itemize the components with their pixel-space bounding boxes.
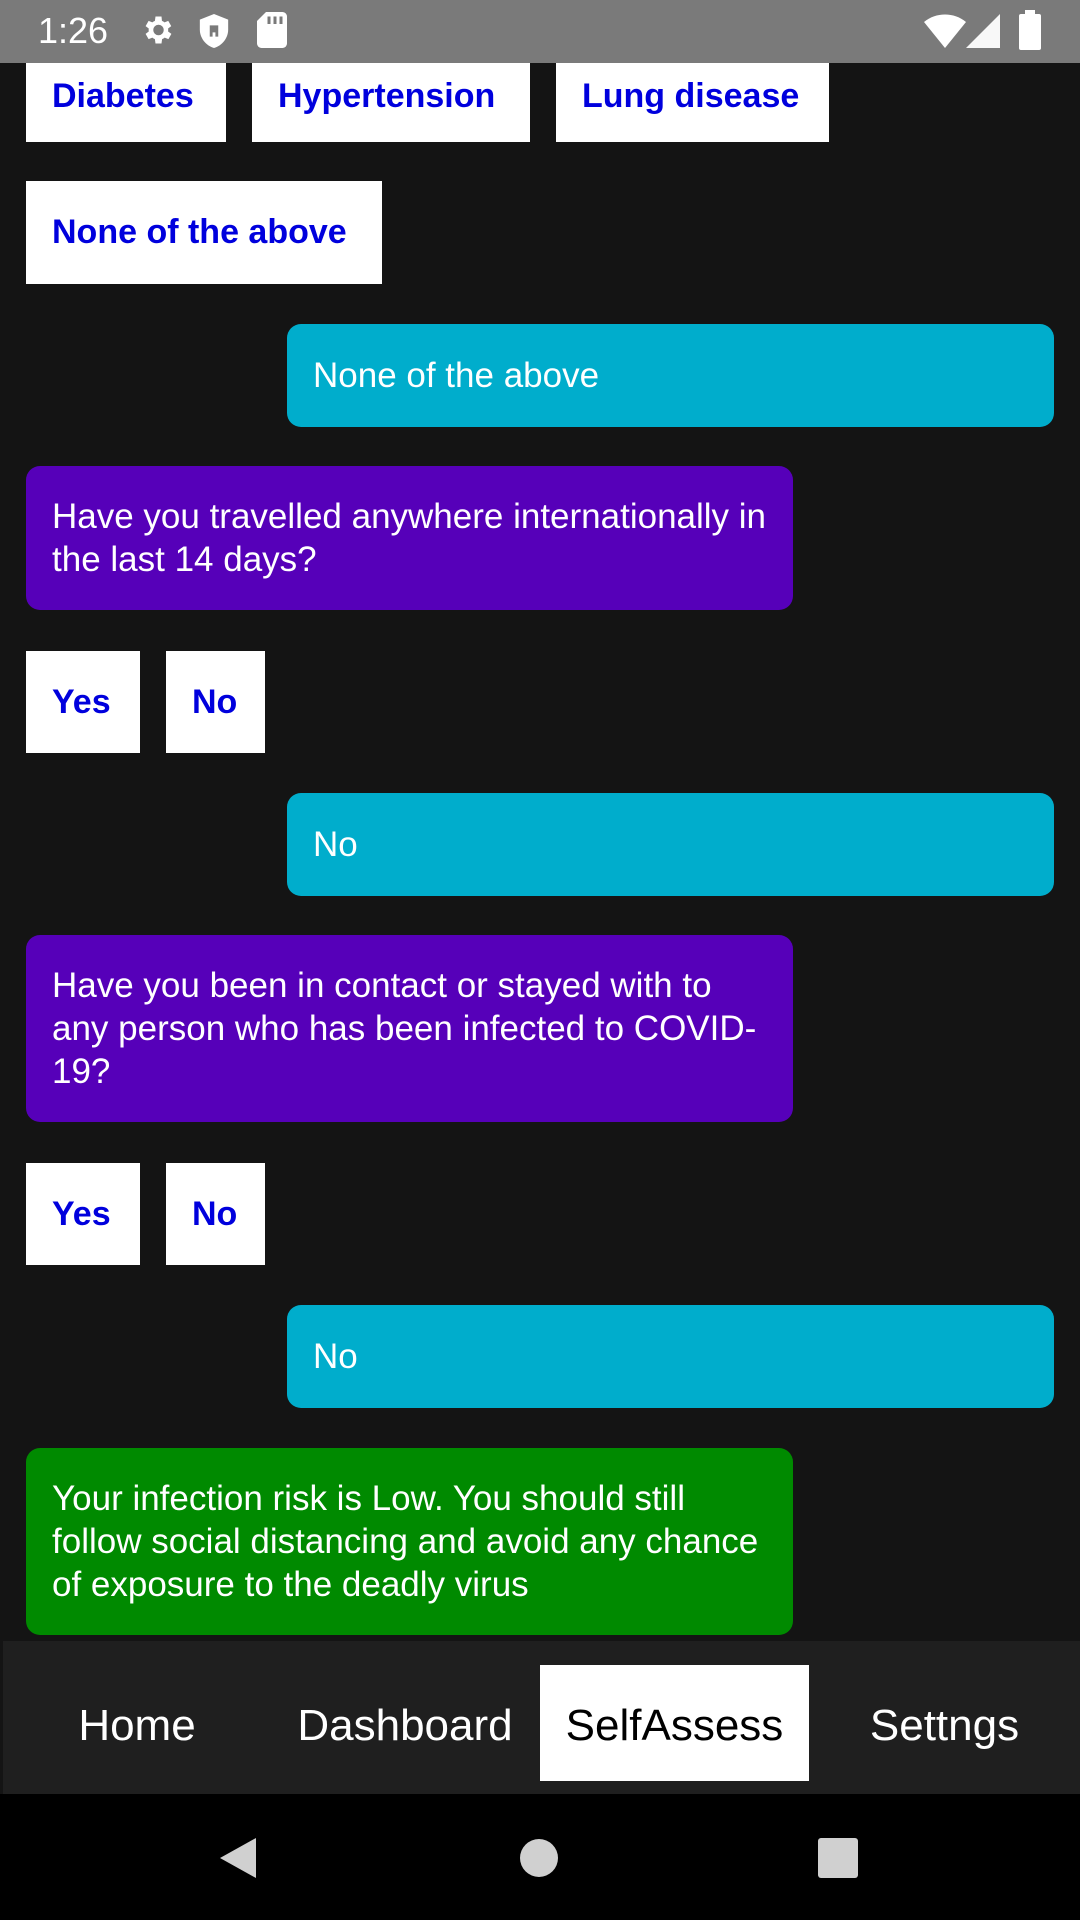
option-hypertension[interactable]: Hypertension	[252, 63, 530, 142]
battery-icon	[1019, 10, 1041, 50]
user-answer-conditions: None of the above	[287, 324, 1054, 427]
tab-home[interactable]: Home	[3, 1641, 271, 1794]
tab-settings[interactable]: Settngs	[809, 1641, 1080, 1794]
tab-dashboard[interactable]: Dashboard	[271, 1641, 539, 1794]
question-contact: Have you been in contact or stayed with …	[26, 935, 793, 1122]
system-nav-bar	[0, 1794, 1080, 1920]
option-contact-no[interactable]: No	[166, 1163, 265, 1265]
option-diabetes[interactable]: Diabetes	[26, 63, 226, 142]
status-bar: 1:26	[0, 0, 1080, 63]
gear-icon	[145, 16, 172, 44]
home-circle-icon[interactable]	[519, 1838, 559, 1878]
sd-card-icon	[257, 12, 287, 48]
user-answer-travel: No	[287, 793, 1054, 896]
signal-icon	[966, 14, 1000, 48]
question-travel: Have you travelled anywhere internationa…	[26, 466, 793, 610]
bottom-tab-bar: Home Dashboard SelfAssess Settngs	[3, 1641, 1080, 1794]
option-travel-no[interactable]: No	[166, 651, 265, 753]
back-icon[interactable]	[216, 1836, 260, 1880]
risk-result-message: Your infection risk is Low. You should s…	[26, 1448, 793, 1635]
tab-selfassess[interactable]: SelfAssess	[540, 1665, 809, 1781]
user-answer-contact: No	[287, 1305, 1054, 1408]
option-none-of-the-above[interactable]: None of the above	[26, 181, 382, 284]
status-time: 1:26	[38, 10, 109, 51]
wifi-icon	[924, 14, 966, 48]
chat-area: Diabetes Hypertension Lung disease None …	[0, 63, 1080, 1641]
shield-icon	[199, 14, 229, 48]
option-lung-disease[interactable]: Lung disease	[556, 63, 829, 142]
recents-square-icon[interactable]	[818, 1838, 858, 1878]
option-travel-yes[interactable]: Yes	[26, 651, 140, 753]
option-contact-yes[interactable]: Yes	[26, 1163, 140, 1265]
